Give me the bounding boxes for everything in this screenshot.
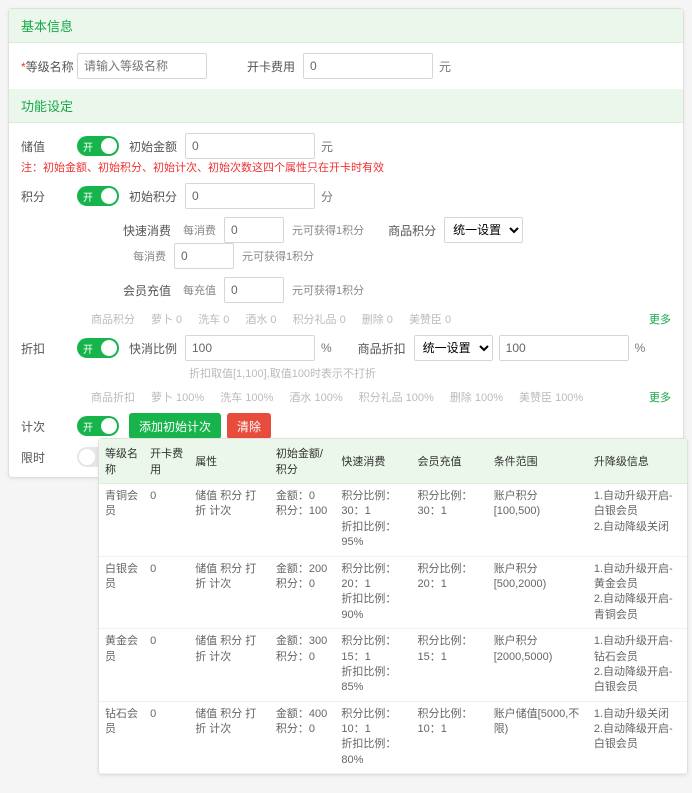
shangpin-jifen-label: 商品积分 — [388, 222, 444, 239]
level-table: 等级名称开卡费用属性初始金额/积分快速消费会员充值条件范围升降级信息 青铜会员0… — [99, 439, 687, 774]
add-jici-button[interactable]: 添加初始计次 — [129, 413, 221, 439]
chuzhi-sub: 初始金额 — [129, 138, 185, 155]
grey-row-2: 商品折扣萝卜 100%洗车 100%酒水 100%积分礼品 100%删除 100… — [91, 389, 671, 405]
jifen-sub: 初始积分 — [129, 188, 185, 205]
jifen-toggle[interactable]: 开 — [77, 186, 119, 206]
chuzhi-toggle[interactable]: 开 — [77, 136, 119, 156]
section-func: 功能设定 — [9, 89, 683, 123]
fee-input[interactable] — [303, 53, 433, 79]
fee-label: 开卡费用 — [247, 58, 303, 75]
section-basic: 基本信息 — [9, 9, 683, 43]
table-header: 等级名称 — [99, 439, 144, 484]
grey-row-1: 商品积分萝卜 0洗车 0酒水 0积分礼品 0删除 0美赞臣 0 更多 — [91, 311, 671, 327]
table-header: 初始金额/积分 — [270, 439, 336, 484]
table-header: 属性 — [189, 439, 270, 484]
chuzhi-input[interactable] — [185, 133, 315, 159]
chuzhi-label: 储值 — [21, 138, 77, 155]
clear-button[interactable]: 清除 — [227, 413, 271, 439]
name-input[interactable] — [77, 53, 207, 79]
kuaisu-label: 快速消费 — [123, 222, 179, 239]
more-link-2[interactable]: 更多 — [649, 389, 671, 405]
sp-zhekou-select[interactable]: 统一设置 — [414, 335, 493, 361]
jifen-input[interactable] — [185, 183, 315, 209]
name-label: *等级名称 — [21, 58, 77, 75]
shangpin-jifen-select[interactable]: 统一设置 — [444, 217, 523, 243]
table-header: 快速消费 — [335, 439, 411, 484]
zhekou-label: 折扣 — [21, 340, 77, 357]
zhekou-input[interactable] — [185, 335, 315, 361]
basic-form-card: 基本信息 *等级名称 开卡费用 元 功能设定 储值 开 初始金额 元 注：初始金… — [8, 8, 684, 478]
sp-zhekou-input[interactable] — [499, 335, 629, 361]
table-header: 条件范围 — [488, 439, 588, 484]
huiyuan-label: 会员充值 — [123, 282, 179, 299]
table-header: 开卡费用 — [144, 439, 189, 484]
table-header: 会员充值 — [412, 439, 488, 484]
sp-zhekou-label: 商品折扣 — [358, 340, 414, 357]
kuaisu-input[interactable] — [224, 217, 284, 243]
zhekou-sub: 快消比例 — [129, 340, 185, 357]
jici-toggle[interactable]: 开 — [77, 416, 119, 436]
table-row: 钻石会员0储值 积分 打折 计次金额：400 积分：0积分比例：10：1 折扣比… — [99, 701, 687, 774]
more-link-1[interactable]: 更多 — [649, 311, 671, 327]
table-header: 升降级信息 — [588, 439, 687, 484]
table-row: 白银会员0储值 积分 打折 计次金额：200 积分：0积分比例：20：1 折扣比… — [99, 556, 687, 629]
table-row: 青铜会员0储值 积分 打折 计次金额：0 积分：100积分比例：30：1 折扣比… — [99, 484, 687, 557]
chuzhi-note: 注：初始金额、初始积分、初始计次、初始次数这四个属性只在开卡时有效 — [21, 159, 384, 175]
zhekou-toggle[interactable]: 开 — [77, 338, 119, 358]
table-row: 黄金会员0储值 积分 打折 计次金额：300 积分：0积分比例：15：1 折扣比… — [99, 629, 687, 702]
huiyuan-input[interactable] — [224, 277, 284, 303]
shangpin-jifen-input[interactable] — [174, 243, 234, 269]
jifen-label: 积分 — [21, 188, 77, 205]
table-card: 等级名称开卡费用属性初始金额/积分快速消费会员充值条件范围升降级信息 青铜会员0… — [98, 438, 688, 775]
zhekou-hint: 折扣取值[1,100],取值100时表示不打折 — [189, 365, 376, 381]
jici-label: 计次 — [21, 418, 77, 435]
xianshi-label: 限时 — [21, 449, 77, 466]
fee-unit: 元 — [433, 58, 457, 75]
